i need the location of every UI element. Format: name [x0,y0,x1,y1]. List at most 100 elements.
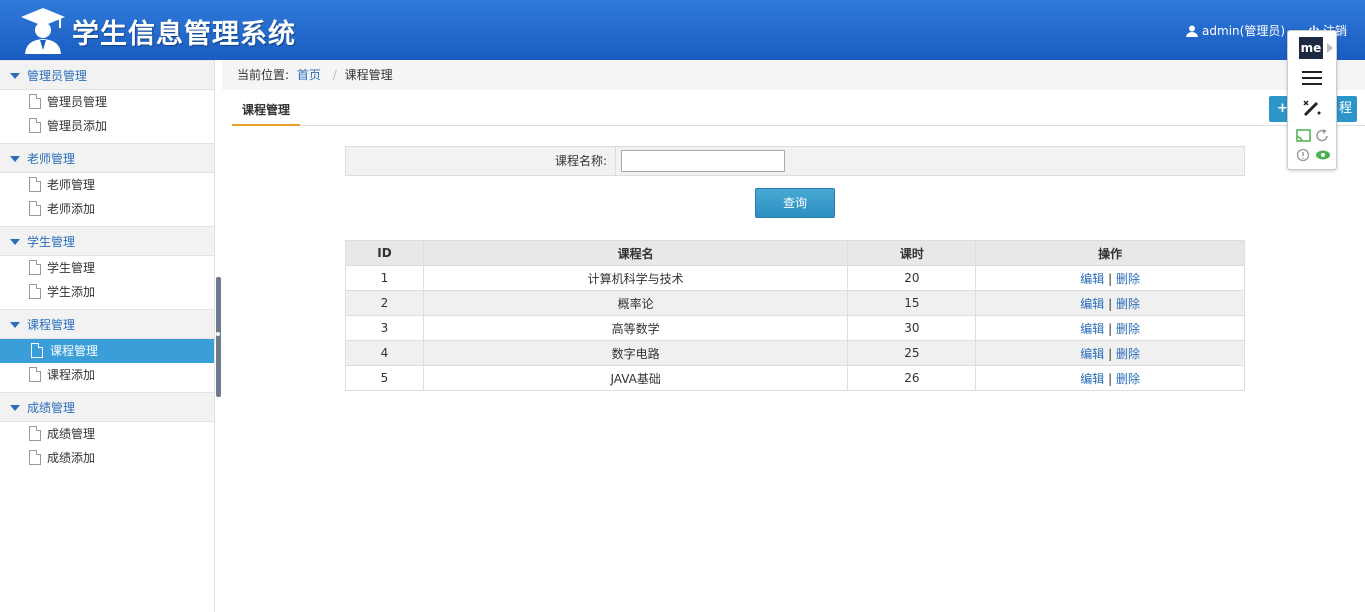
sidebar-group-student[interactable]: 学生管理 [0,226,214,256]
extension-panel: me [1287,30,1337,170]
cell-id: 1 [345,265,424,291]
delete-link[interactable]: 删除 [1116,372,1140,386]
cell-id: 5 [345,365,424,391]
course-name-input[interactable] [621,150,785,172]
table-row: 2 概率论 15 编辑 | 删除 [345,290,1245,316]
sidebar-item-label: 课程添加 [47,368,96,382]
sidebar-item-label: 老师管理 [47,178,96,192]
cell-course-name: 计算机科学与技术 [422,265,849,291]
cell-actions: 编辑 | 删除 [975,265,1245,291]
delete-link[interactable]: 删除 [1116,297,1140,311]
cell-course-name: 数字电路 [422,340,849,366]
sidebar-group-course[interactable]: 课程管理 [0,309,214,339]
column-header-actions: 操作 [975,240,1245,266]
edit-link[interactable]: 编辑 [1080,322,1104,336]
course-name-label: 课程名称: [346,147,616,175]
action-separator: | [1108,371,1113,386]
sidebar-item-admin-manage[interactable]: 管理员管理 [0,90,214,114]
document-icon [29,177,41,192]
cell-hours: 30 [847,315,977,341]
table-row: 1 计算机科学与技术 20 编辑 | 删除 [345,265,1245,291]
cell-course-name: 高等数学 [422,315,849,341]
cell-course-name: JAVA基础 [422,365,849,391]
delete-link[interactable]: 删除 [1116,347,1140,361]
delete-link[interactable]: 删除 [1116,272,1140,286]
breadcrumb: 当前位置: 首页 / 课程管理 [222,60,1365,90]
sidebar-group-label: 课程管理 [27,318,76,332]
play-icon[interactable] [1327,43,1333,53]
action-separator: | [1108,321,1113,336]
document-icon [29,450,41,465]
sidebar-item-teacher-manage[interactable]: 老师管理 [0,173,214,197]
menu-icon[interactable] [1302,71,1322,89]
caret-down-icon [10,156,20,162]
document-icon [29,260,41,275]
cell-actions: 编辑 | 删除 [975,340,1245,366]
user-name: admin(管理员) [1202,24,1285,38]
sidebar-item-label: 管理员添加 [47,119,108,133]
sidebar-item-student-add[interactable]: 学生添加 [0,280,214,304]
sidebar-group-admin[interactable]: 管理员管理 [0,60,214,90]
sidebar-item-admin-add[interactable]: 管理员添加 [0,114,214,138]
edit-link[interactable]: 编辑 [1080,347,1104,361]
sidebar-group-teacher[interactable]: 老师管理 [0,143,214,173]
query-button[interactable]: 查询 [755,188,835,218]
document-icon [29,118,41,133]
edit-link[interactable]: 编辑 [1080,297,1104,311]
graduate-logo-icon [21,8,65,54]
app-title: 学生信息管理系统 [72,19,296,50]
sidebar-item-label: 学生管理 [47,261,96,275]
search-form: 课程名称: [345,146,1245,176]
sidebar-group-label: 成绩管理 [27,401,76,415]
action-separator: | [1108,346,1113,361]
app-header: 学生信息管理系统 admin(管理员) 注销 [0,0,1365,60]
sidebar-splitter[interactable] [216,277,221,397]
cell-actions: 编辑 | 删除 [975,315,1245,341]
extension-me-button[interactable]: me [1299,37,1323,59]
cell-hours: 26 [847,365,977,391]
sidebar-group-label: 管理员管理 [27,69,88,83]
sidebar-item-student-manage[interactable]: 学生管理 [0,256,214,280]
sidebar-item-label: 管理员管理 [47,95,108,109]
breadcrumb-current: 课程管理 [344,68,393,82]
magic-wand-icon[interactable] [1301,97,1323,119]
action-separator: | [1108,296,1113,311]
sidebar-item-label: 课程管理 [50,344,99,358]
tab-course-manage[interactable]: 课程管理 [232,98,301,126]
sidebar-item-course-add[interactable]: 课程添加 [0,363,214,387]
sidebar-item-label: 成绩添加 [47,451,96,465]
sidebar-item-label: 老师添加 [47,202,96,216]
table-row: 3 高等数学 30 编辑 | 删除 [345,315,1245,341]
sidebar-group-score[interactable]: 成绩管理 [0,392,214,422]
cell-id: 2 [345,290,424,316]
cell-course-name: 概率论 [422,290,849,316]
sidebar-item-score-manage[interactable]: 成绩管理 [0,422,214,446]
column-header-hours: 课时 [847,240,977,266]
delete-link[interactable]: 删除 [1116,322,1140,336]
add-course-label: 程 [1339,101,1353,116]
cast-refresh-icons[interactable] [1296,129,1330,143]
main-content: 当前位置: 首页 / 课程管理 课程管理 + 程 课程名称: 查询 ID 课程名… [222,60,1365,612]
caret-down-icon [10,405,20,411]
column-header-id: ID [345,240,424,266]
sidebar-group-label: 学生管理 [27,235,76,249]
sidebar-item-label: 学生添加 [47,285,96,299]
info-eye-icons[interactable] [1296,148,1330,162]
sidebar: 管理员管理 管理员管理 管理员添加 老师管理 老师管理 老师添加 学生管理 学生… [0,60,215,612]
edit-link[interactable]: 编辑 [1080,372,1104,386]
breadcrumb-separator: / [332,68,337,82]
edit-link[interactable]: 编辑 [1080,272,1104,286]
sidebar-item-score-add[interactable]: 成绩添加 [0,446,214,470]
breadcrumb-home-link[interactable]: 首页 [297,68,321,82]
cell-actions: 编辑 | 删除 [975,365,1245,391]
table-row: 5 JAVA基础 26 编辑 | 删除 [345,365,1245,391]
document-icon [29,284,41,299]
table-header-row: ID 课程名 课时 操作 [345,240,1245,266]
table-row: 4 数字电路 25 编辑 | 删除 [345,340,1245,366]
sidebar-item-teacher-add[interactable]: 老师添加 [0,197,214,221]
sidebar-item-course-manage[interactable]: 课程管理 [0,339,214,363]
caret-down-icon [10,322,20,328]
column-header-course-name: 课程名 [422,240,849,266]
current-user[interactable]: admin(管理员) [1186,22,1285,39]
document-icon [29,426,41,441]
